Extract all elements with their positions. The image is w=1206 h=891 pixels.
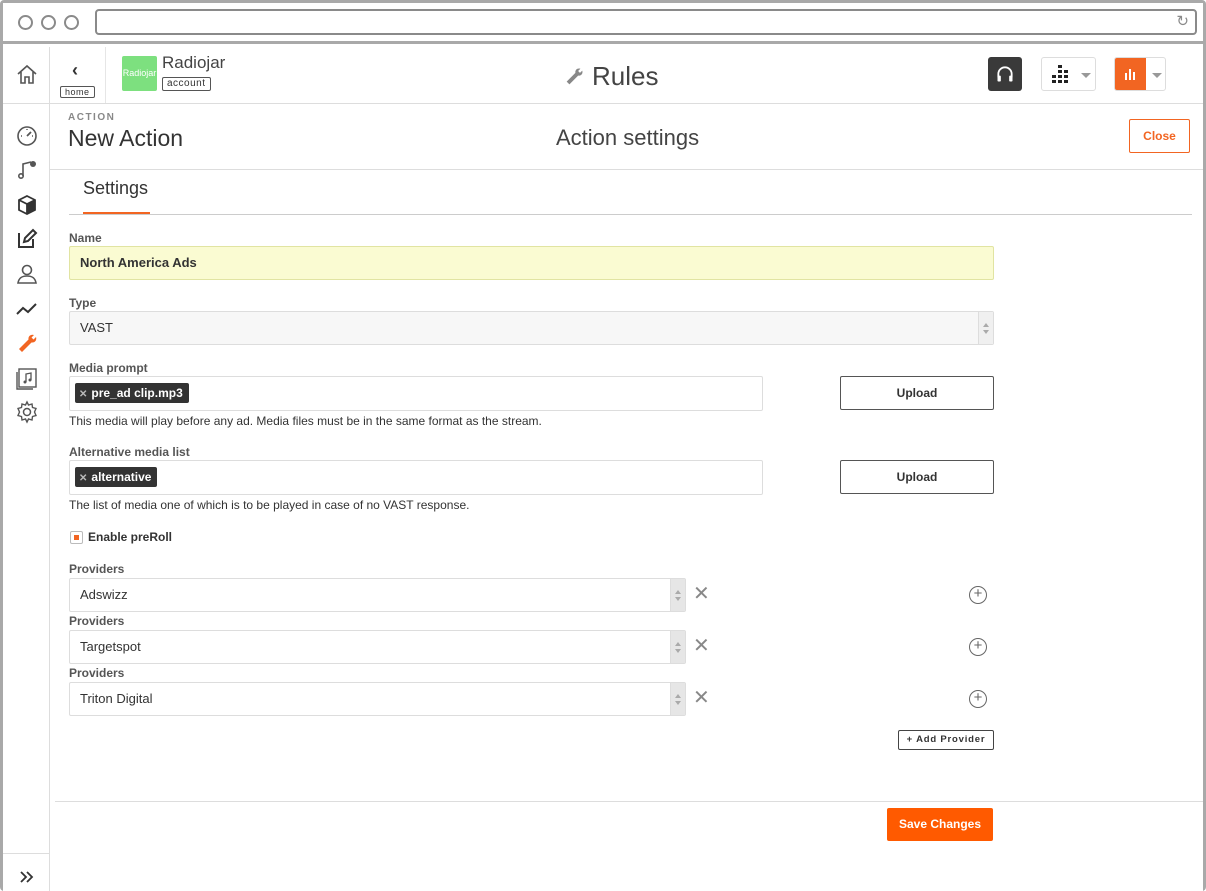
action-kicker: ACTION — [68, 112, 116, 123]
remove-chip-icon[interactable]: ✕ — [79, 389, 87, 400]
provider-select[interactable]: Targetspot — [69, 630, 686, 664]
remove-provider-icon[interactable]: ✕ — [693, 584, 710, 604]
add-circle-icon[interactable]: + — [969, 586, 987, 604]
headphones-icon — [997, 66, 1013, 82]
window-zoom-dot[interactable] — [64, 15, 79, 30]
tabs-divider — [69, 214, 1192, 215]
address-bar[interactable]: ↻ — [95, 9, 1197, 35]
save-changes-button[interactable]: Save Changes — [887, 808, 993, 841]
bars-icon — [1125, 69, 1135, 80]
browser-window: ↻ ‹ home Radiojar Radiojar account Rules — [0, 0, 1206, 891]
select-arrows-icon — [670, 631, 685, 663]
playlist-icon[interactable] — [15, 366, 39, 390]
preroll-label[interactable]: Enable preRoll — [88, 530, 172, 544]
media-chip[interactable]: ✕ pre_ad clip.mp3 — [75, 383, 189, 403]
media-chip-label: pre_ad clip.mp3 — [91, 386, 183, 400]
type-select-value: VAST — [80, 320, 113, 335]
account-tag: account — [162, 77, 211, 91]
alt-media-help: The list of media one of which is to be … — [69, 498, 470, 512]
wrench-icon — [566, 68, 583, 85]
action-title: New Action — [68, 125, 184, 151]
provider-select[interactable]: Adswizz — [69, 578, 686, 612]
top-bar: ‹ home Radiojar Radiojar account Rules — [50, 47, 1203, 104]
providers-label: Providers — [69, 666, 125, 680]
name-label: Name — [69, 231, 102, 245]
account-name[interactable]: Radiojar — [162, 53, 225, 73]
name-input[interactable]: North America Ads — [69, 246, 994, 280]
type-label: Type — [69, 296, 97, 310]
alt-media-input[interactable]: ✕ alternative — [69, 460, 763, 495]
media-prompt-label: Media prompt — [69, 361, 148, 375]
analytics-icon[interactable] — [15, 297, 39, 321]
header-divider — [50, 169, 1203, 170]
user-icon[interactable] — [15, 262, 39, 286]
select-arrows-icon — [978, 312, 993, 344]
chevron-down-icon — [1152, 73, 1162, 78]
alt-media-label: Alternative media list — [69, 445, 190, 459]
remove-provider-icon[interactable]: ✕ — [693, 688, 710, 708]
back-home-button[interactable]: ‹ home — [50, 47, 106, 103]
provider-select[interactable]: Triton Digital — [69, 682, 686, 716]
equalizer-dots-icon — [1052, 65, 1068, 83]
add-circle-icon[interactable]: + — [969, 690, 987, 708]
add-provider-button[interactable]: + Add Provider — [898, 730, 994, 750]
window-close-dot[interactable] — [18, 15, 33, 30]
page-title: Rules — [592, 61, 659, 91]
provider-select-value: Adswizz — [80, 587, 128, 602]
providers-label: Providers — [69, 562, 125, 576]
left-sidebar — [3, 47, 50, 891]
tab-settings[interactable]: Settings — [83, 178, 148, 199]
chevron-down-icon — [1081, 73, 1091, 78]
provider-select-value: Targetspot — [80, 639, 141, 654]
providers-label: Providers — [69, 614, 125, 628]
settings-gear-icon[interactable] — [15, 400, 39, 424]
media-chip[interactable]: ✕ alternative — [75, 467, 158, 487]
remove-chip-icon[interactable]: ✕ — [79, 473, 87, 484]
deezer-dropdown-button[interactable] — [1041, 57, 1096, 91]
provider-select-value: Triton Digital — [80, 691, 153, 706]
expand-sidebar-icon[interactable] — [15, 865, 39, 889]
station-dropdown-button[interactable] — [1114, 57, 1166, 91]
music-library-icon[interactable] — [15, 158, 39, 182]
close-button[interactable]: Close — [1129, 119, 1190, 153]
browser-chrome: ↻ — [3, 3, 1203, 44]
home-icon[interactable] — [15, 63, 39, 87]
upload-alt-media-button[interactable]: Upload — [840, 460, 994, 494]
chevron-left-icon: ‹ — [72, 60, 78, 80]
station-logo — [1115, 58, 1146, 90]
footer-divider — [55, 801, 1203, 802]
section-title: Action settings — [556, 125, 700, 150]
select-arrows-icon — [670, 683, 685, 715]
main-content: ACTION New Action Action settings Close … — [50, 104, 1203, 891]
reload-icon[interactable]: ↻ — [1176, 13, 1189, 31]
home-tag: home — [60, 86, 95, 98]
media-prompt-input[interactable]: ✕ pre_ad clip.mp3 — [69, 376, 763, 411]
upload-media-prompt-button[interactable]: Upload — [840, 376, 994, 410]
preroll-checkbox[interactable] — [70, 531, 83, 544]
box-icon[interactable] — [15, 193, 39, 217]
add-circle-icon[interactable]: + — [969, 638, 987, 656]
window-minimize-dot[interactable] — [41, 15, 56, 30]
edit-icon[interactable] — [15, 227, 39, 251]
dashboard-icon[interactable] — [15, 123, 39, 147]
remove-provider-icon[interactable]: ✕ — [693, 636, 710, 656]
select-arrows-icon — [670, 579, 685, 611]
account-avatar[interactable]: Radiojar — [122, 56, 157, 91]
media-chip-label: alternative — [91, 470, 152, 484]
rules-wrench-icon[interactable] — [15, 332, 39, 356]
type-select[interactable]: VAST — [69, 311, 994, 345]
media-prompt-help: This media will play before any ad. Medi… — [69, 414, 542, 428]
player-button[interactable] — [988, 57, 1022, 91]
